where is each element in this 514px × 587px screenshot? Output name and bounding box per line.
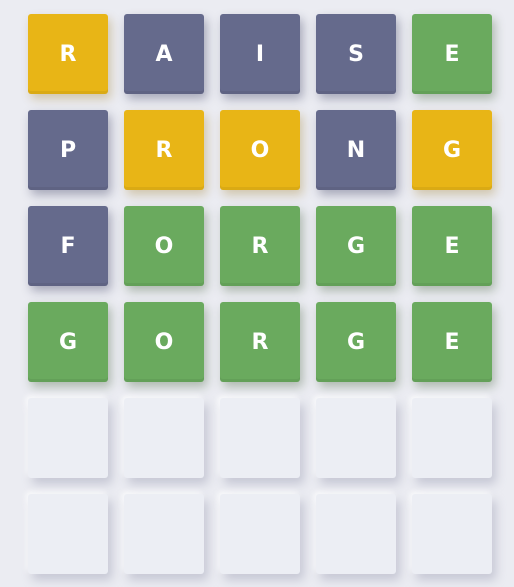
tile-r3-c4: G bbox=[316, 206, 396, 286]
tile-r2-c5: G bbox=[412, 110, 492, 190]
tile-r2-c2: R bbox=[124, 110, 204, 190]
tile-r1-c4: S bbox=[316, 14, 396, 94]
tile-r4-c1: G bbox=[28, 302, 108, 382]
tile-r4-c5: E bbox=[412, 302, 492, 382]
tile-r3-c3: R bbox=[220, 206, 300, 286]
tile-r4-c2: O bbox=[124, 302, 204, 382]
tile-r1-c5: E bbox=[412, 14, 492, 94]
tile-r5-c2 bbox=[124, 398, 204, 478]
tile-r6-c2 bbox=[124, 494, 204, 574]
tile-r6-c4 bbox=[316, 494, 396, 574]
tile-r1-c1: R bbox=[28, 14, 108, 94]
tile-r3-c1: F bbox=[28, 206, 108, 286]
tile-r6-c3 bbox=[220, 494, 300, 574]
tile-r6-c1 bbox=[28, 494, 108, 574]
tile-r5-c5 bbox=[412, 398, 492, 478]
tile-r2-c3: O bbox=[220, 110, 300, 190]
tile-r4-c3: R bbox=[220, 302, 300, 382]
tile-r2-c1: P bbox=[28, 110, 108, 190]
tile-r5-c4 bbox=[316, 398, 396, 478]
tile-r3-c5: E bbox=[412, 206, 492, 286]
tile-r6-c5 bbox=[412, 494, 492, 574]
tile-r1-c3: I bbox=[220, 14, 300, 94]
tile-r5-c3 bbox=[220, 398, 300, 478]
tile-r2-c4: N bbox=[316, 110, 396, 190]
tile-r1-c2: A bbox=[124, 14, 204, 94]
tile-r3-c2: O bbox=[124, 206, 204, 286]
game-board: R A I S E P R O N G F O R G E G O R G E bbox=[28, 14, 492, 574]
tile-r4-c4: G bbox=[316, 302, 396, 382]
tile-r5-c1 bbox=[28, 398, 108, 478]
